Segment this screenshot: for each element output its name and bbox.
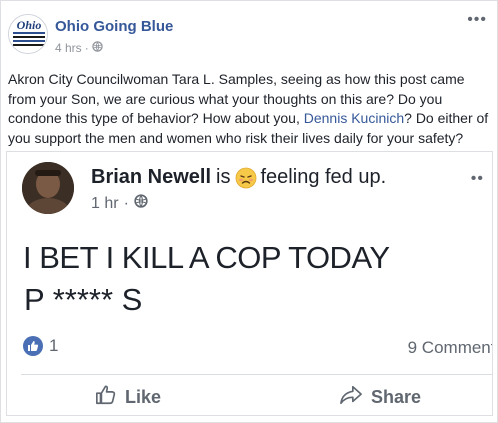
shared-status-line2: P ***** S xyxy=(24,282,143,317)
mention-link[interactable]: Dennis Kucinich xyxy=(304,110,404,126)
shared-meta-separator: · xyxy=(123,194,129,212)
more-dots-icon[interactable]: ••• xyxy=(467,12,487,28)
post-card: Ohio Ohio Going Blue 4 hrs · ••• Akron C… xyxy=(0,0,498,423)
share-arrow-icon xyxy=(339,384,363,411)
like-reaction-icon xyxy=(23,336,43,356)
share-button-label: Share xyxy=(371,387,422,407)
like-button-label: Like xyxy=(125,387,162,407)
shared-more-dots-icon[interactable]: •• xyxy=(471,171,484,187)
shared-globe-icon[interactable] xyxy=(134,194,148,213)
globe-icon[interactable] xyxy=(91,41,103,55)
meta-separator: · xyxy=(84,41,89,55)
post-meta: 4 hrs · xyxy=(55,41,103,55)
reactions-summary[interactable]: 1 xyxy=(23,336,58,356)
shared-status-line1: I BET I KILL A COP TODAY xyxy=(23,240,390,275)
shared-name-line: Brian Newell is feeling fed up. xyxy=(91,166,386,189)
is-text: is xyxy=(216,166,231,188)
shared-meta: 1 hr · xyxy=(91,194,148,213)
post-time[interactable]: 4 hrs xyxy=(55,41,82,55)
post-text: Akron City Councilwoman Tara L. Samples,… xyxy=(8,70,494,148)
like-count: 1 xyxy=(49,336,59,355)
thumbs-up-icon xyxy=(95,384,117,411)
share-button[interactable]: Share xyxy=(339,384,421,411)
avatar-logo-text: Ohio xyxy=(17,18,42,32)
page-avatar[interactable]: Ohio xyxy=(8,14,48,54)
fed-up-emoji-icon xyxy=(235,167,257,189)
action-divider xyxy=(21,374,492,375)
page-name[interactable]: Ohio Going Blue xyxy=(55,18,173,35)
feeling-text: feeling fed up. xyxy=(260,166,387,188)
shared-time[interactable]: 1 hr xyxy=(91,195,119,213)
shared-author-avatar[interactable] xyxy=(22,162,74,214)
shared-post: Brian Newell is feeling fed up. 1 hr · •… xyxy=(6,151,493,416)
comments-count[interactable]: 9 Comments xyxy=(408,338,492,358)
shared-author-name[interactable]: Brian Newell xyxy=(91,166,211,189)
like-button[interactable]: Like xyxy=(95,384,161,411)
